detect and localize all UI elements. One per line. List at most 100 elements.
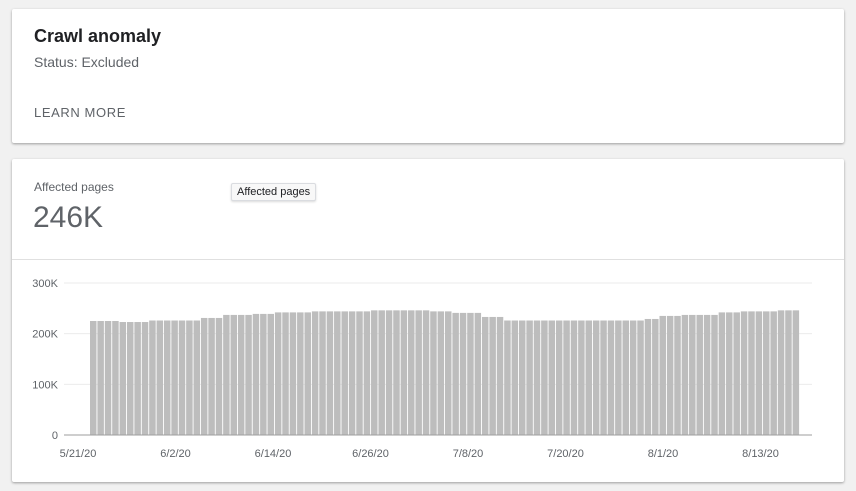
chart-bar[interactable] bbox=[637, 320, 644, 435]
chart-bar[interactable] bbox=[592, 320, 600, 435]
chart-bar[interactable] bbox=[408, 310, 415, 435]
chart-bar[interactable] bbox=[215, 317, 223, 435]
chart-bar[interactable] bbox=[385, 310, 393, 435]
chart-bar[interactable] bbox=[659, 315, 666, 435]
chart-bar[interactable] bbox=[504, 320, 511, 435]
chart-bar[interactable] bbox=[718, 312, 726, 435]
chart-bar[interactable] bbox=[415, 310, 422, 435]
chart-bar[interactable] bbox=[666, 315, 674, 435]
chart-bar[interactable] bbox=[104, 321, 112, 435]
chart-bar[interactable] bbox=[607, 320, 615, 435]
chart-bar[interactable] bbox=[289, 312, 297, 435]
chart-bar[interactable] bbox=[282, 312, 289, 435]
chart-bar[interactable] bbox=[319, 311, 326, 435]
chart-bar[interactable] bbox=[585, 320, 593, 435]
chart-bar[interactable] bbox=[200, 317, 208, 435]
chart-bar[interactable] bbox=[297, 312, 304, 435]
chart-bar[interactable] bbox=[763, 311, 770, 435]
chart-bar[interactable] bbox=[681, 314, 689, 435]
chart-bar[interactable] bbox=[237, 314, 245, 435]
chart-bar[interactable] bbox=[445, 311, 452, 435]
chart-bar[interactable] bbox=[511, 320, 519, 435]
chart-bar[interactable] bbox=[112, 321, 119, 435]
chart-bar[interactable] bbox=[770, 311, 777, 435]
chart-bar[interactable] bbox=[533, 320, 541, 435]
chart-bar[interactable] bbox=[134, 322, 141, 435]
chart-bar[interactable] bbox=[644, 318, 652, 435]
chart-bar[interactable] bbox=[393, 310, 400, 435]
chart-bar[interactable] bbox=[208, 317, 215, 435]
chart-bar[interactable] bbox=[689, 314, 696, 435]
chart-bar[interactable] bbox=[326, 311, 334, 435]
chart-bar[interactable] bbox=[792, 310, 800, 435]
chart-bar[interactable] bbox=[563, 320, 570, 435]
chart-bar[interactable] bbox=[615, 320, 622, 435]
chart-bar[interactable] bbox=[711, 314, 718, 435]
chart-bar[interactable] bbox=[400, 310, 408, 435]
chart-bar[interactable] bbox=[430, 311, 437, 435]
chart-bar[interactable] bbox=[126, 322, 134, 435]
chart-bar[interactable] bbox=[467, 312, 474, 435]
chart-bar[interactable] bbox=[518, 320, 526, 435]
chart-bar[interactable] bbox=[452, 312, 459, 435]
chart-bar[interactable] bbox=[378, 310, 385, 435]
chart-bar[interactable] bbox=[459, 312, 467, 435]
chart-bar[interactable] bbox=[489, 316, 496, 435]
chart-bar[interactable] bbox=[163, 320, 171, 435]
chart-bar[interactable] bbox=[334, 311, 341, 435]
issue-card: Crawl anomaly Status: Excluded LEARN MOR… bbox=[12, 9, 844, 143]
chart-bar[interactable] bbox=[348, 311, 356, 435]
chart-bar[interactable] bbox=[600, 320, 607, 435]
chart-bar[interactable] bbox=[245, 314, 252, 435]
chart-bar[interactable] bbox=[755, 311, 763, 435]
chart-bar[interactable] bbox=[474, 312, 482, 435]
chart-bar[interactable] bbox=[652, 318, 659, 435]
chart-bar[interactable] bbox=[252, 313, 260, 435]
chart-bar[interactable] bbox=[149, 320, 156, 435]
chart-bar[interactable] bbox=[541, 320, 548, 435]
chart-bar[interactable] bbox=[193, 320, 201, 435]
chart-bar[interactable] bbox=[356, 311, 363, 435]
chart-bar[interactable] bbox=[733, 312, 740, 435]
chart-bar[interactable] bbox=[422, 310, 430, 435]
chart-bar[interactable] bbox=[703, 314, 711, 435]
chart-bar[interactable] bbox=[777, 310, 785, 435]
chart-bar[interactable] bbox=[696, 314, 703, 435]
chart-bar[interactable] bbox=[578, 320, 585, 435]
chart-bar[interactable] bbox=[97, 321, 104, 435]
chart-bar[interactable] bbox=[363, 311, 371, 435]
chart-bar[interactable] bbox=[260, 313, 267, 435]
chart-bar[interactable] bbox=[90, 321, 97, 435]
chart-bar[interactable] bbox=[371, 310, 378, 435]
chart-bar[interactable] bbox=[178, 320, 186, 435]
chart-bar[interactable] bbox=[274, 312, 282, 435]
chart-bar[interactable] bbox=[141, 322, 149, 435]
chart-bar[interactable] bbox=[555, 320, 563, 435]
chart-bar[interactable] bbox=[740, 311, 748, 435]
chart-bar[interactable] bbox=[171, 320, 178, 435]
chart-bar[interactable] bbox=[230, 314, 238, 435]
chart-bar[interactable] bbox=[726, 312, 733, 435]
chart-bar[interactable] bbox=[785, 310, 792, 435]
chart-bar[interactable] bbox=[223, 314, 230, 435]
chart-bar[interactable] bbox=[496, 316, 504, 435]
chart-bar[interactable] bbox=[156, 320, 164, 435]
chart-bar[interactable] bbox=[267, 313, 275, 435]
chart-bar[interactable] bbox=[570, 320, 578, 435]
chart-bar[interactable] bbox=[304, 312, 311, 435]
learn-more-button[interactable]: LEARN MORE bbox=[34, 105, 126, 120]
x-tick-label: 6/26/20 bbox=[352, 448, 389, 460]
x-tick-label: 7/20/20 bbox=[547, 448, 584, 460]
chart-bar[interactable] bbox=[674, 315, 681, 435]
chart-bar[interactable] bbox=[526, 320, 533, 435]
chart-bar[interactable] bbox=[622, 320, 630, 435]
chart-bar[interactable] bbox=[186, 320, 193, 435]
chart-bar[interactable] bbox=[548, 320, 556, 435]
chart-bar[interactable] bbox=[437, 311, 445, 435]
chart-bar[interactable] bbox=[748, 311, 755, 435]
chart-bar[interactable] bbox=[341, 311, 348, 435]
chart-bar[interactable] bbox=[311, 311, 319, 435]
chart-bar[interactable] bbox=[481, 316, 489, 435]
chart-bar[interactable] bbox=[629, 320, 637, 435]
chart-bar[interactable] bbox=[119, 322, 127, 435]
